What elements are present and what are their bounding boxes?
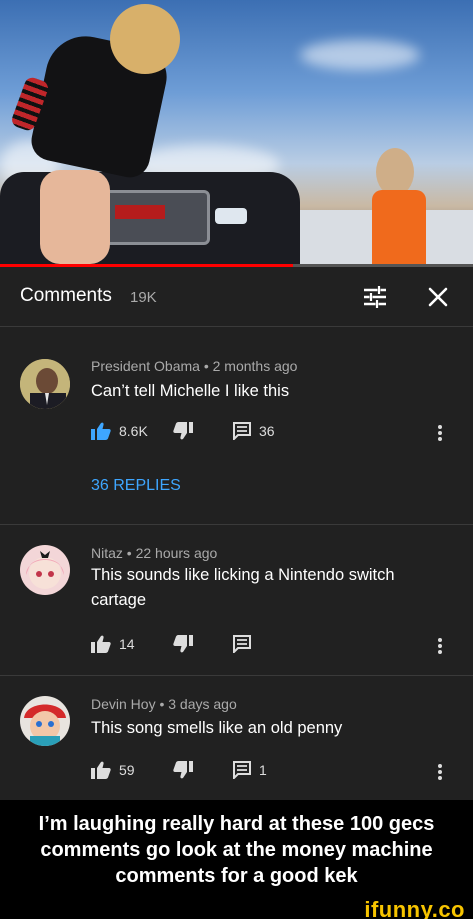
avatar[interactable] <box>20 545 70 595</box>
comments-header: Comments 19K <box>0 267 473 327</box>
like-button[interactable]: 14 <box>91 635 135 653</box>
like-count: 59 <box>119 762 135 778</box>
reply-count: 1 <box>259 762 267 778</box>
thumbs-down-icon <box>173 635 193 653</box>
reply-button[interactable]: 1 <box>233 761 267 779</box>
cloud <box>300 40 420 70</box>
comment-actions: 59 1 <box>91 761 461 783</box>
comment-meta: Devin Hoy • 3 days ago <box>91 696 237 712</box>
more-options-icon[interactable] <box>437 637 443 655</box>
video-player[interactable] <box>0 0 473 264</box>
dislike-button[interactable] <box>173 635 193 653</box>
sort-icon[interactable] <box>362 285 388 309</box>
comment-actions: 8.6K 36 <box>91 422 461 444</box>
truck-logo <box>115 205 165 219</box>
thumbs-up-icon <box>91 761 111 779</box>
ifunny-watermark: ifunny.co <box>364 897 465 919</box>
avatar[interactable] <box>20 696 70 746</box>
reply-icon <box>233 761 251 779</box>
comment-item: Nitaz • 22 hours ago This sounds like li… <box>0 525 473 675</box>
more-options-icon[interactable] <box>437 424 443 442</box>
reply-icon <box>233 422 251 440</box>
more-options-icon[interactable] <box>437 763 443 781</box>
like-count: 14 <box>119 636 135 652</box>
avatar-image <box>20 359 70 409</box>
comment-item: President Obama • 2 months ago Can’t tel… <box>0 337 473 517</box>
reply-button[interactable] <box>233 635 251 653</box>
thumbs-down-icon <box>173 761 193 779</box>
comment-meta: Nitaz • 22 hours ago <box>91 545 218 561</box>
avatar[interactable] <box>20 359 70 409</box>
comment-actions: 14 <box>91 635 461 657</box>
comment-meta: President Obama • 2 months ago <box>91 358 298 374</box>
caption-text: I’m laughing really hard at these 100 ge… <box>38 812 435 887</box>
close-icon[interactable] <box>424 283 452 311</box>
comment-text: Can’t tell Michelle I like this <box>91 382 290 400</box>
person-two-body <box>372 190 426 264</box>
reply-icon <box>233 635 251 653</box>
reply-button[interactable]: 36 <box>233 422 275 440</box>
view-replies-link[interactable]: 36 REPLIES <box>91 477 181 495</box>
dislike-button[interactable] <box>173 422 193 440</box>
thumbs-down-icon <box>173 422 193 440</box>
reply-count: 36 <box>259 423 275 439</box>
thumbs-up-icon <box>91 422 111 440</box>
truck-headlight <box>215 208 247 224</box>
thumbs-up-icon <box>91 635 111 653</box>
comments-title: Comments <box>20 285 112 306</box>
avatar-image <box>20 696 70 746</box>
comment-item: Devin Hoy • 3 days ago This song smells … <box>0 676 473 800</box>
comment-text: This sounds like licking a Nintendo swit… <box>91 566 395 609</box>
person-hair <box>110 4 180 74</box>
like-button[interactable]: 59 <box>91 761 135 779</box>
like-button[interactable]: 8.6K <box>91 422 148 440</box>
dislike-button[interactable] <box>173 761 193 779</box>
comments-panel: Comments 19K President Obama • 2 months … <box>0 267 473 800</box>
comments-count: 19K <box>130 289 157 306</box>
avatar-image <box>20 545 70 595</box>
footer-bar: ifunny.co <box>0 897 473 919</box>
person-leg <box>40 170 110 264</box>
person-two-head <box>376 148 414 196</box>
like-count: 8.6K <box>119 423 148 439</box>
meme-caption: I’m laughing really hard at these 100 ge… <box>0 800 473 899</box>
comment-text: This song smells like an old penny <box>91 719 343 737</box>
